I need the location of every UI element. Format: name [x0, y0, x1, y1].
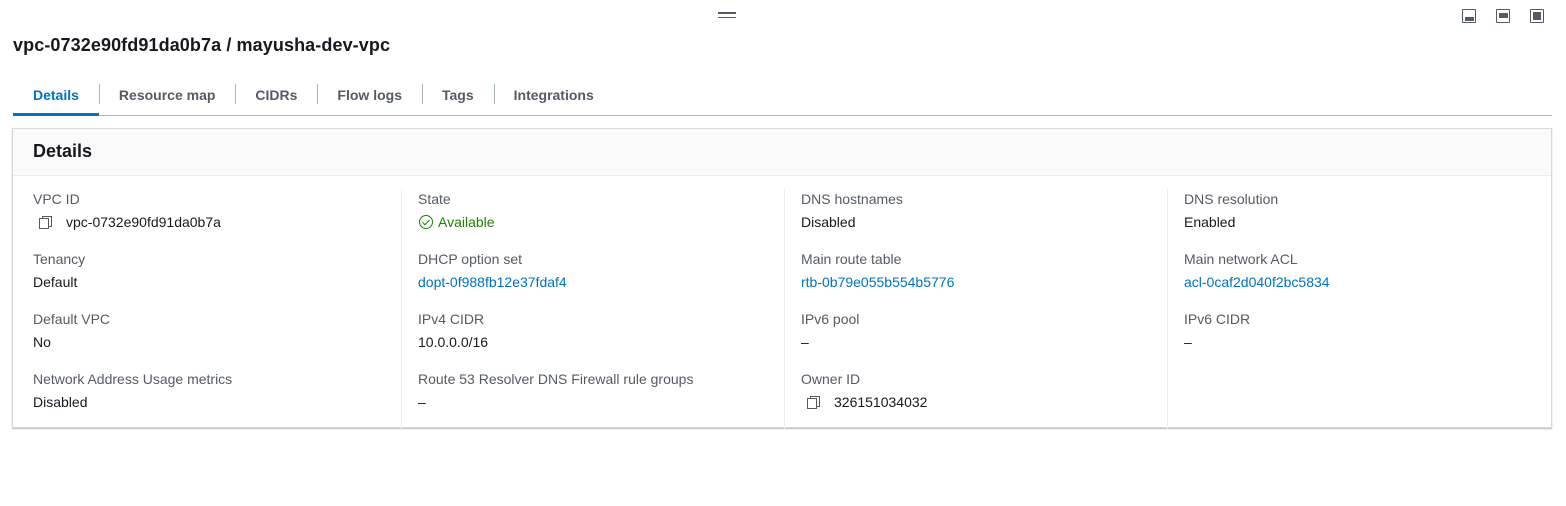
field-label: Network Address Usage metrics — [33, 371, 233, 387]
page-title: vpc-0732e90fd91da0b7a / mayusha-dev-vpc — [13, 35, 391, 55]
field-label: Owner ID — [801, 371, 861, 387]
field-ipv4-cidr: IPv4 CIDR 10.0.0.0/16 — [418, 309, 764, 369]
layout-controls — [1462, 9, 1544, 23]
field-nau-metrics: Network Address Usage metrics Disabled — [33, 369, 381, 429]
panel-header: Details — [13, 129, 1551, 176]
layout-middle-icon[interactable] — [1496, 9, 1510, 23]
field-tenancy: Tenancy Default — [33, 249, 381, 309]
field-dns-resolution: DNS resolution Enabled — [1184, 189, 1530, 249]
state-text: Available — [438, 214, 495, 230]
field-label: VPC ID — [33, 191, 80, 207]
field-label: IPv6 CIDR — [1184, 311, 1251, 327]
field-label: Tenancy — [33, 251, 86, 267]
field-dns-hostnames: DNS hostnames Disabled — [801, 189, 1147, 249]
tab-details[interactable]: Details — [13, 80, 99, 116]
ipv6-cidr-value: – — [1184, 334, 1192, 350]
field-default-vpc: Default VPC No — [33, 309, 381, 369]
field-ipv6-pool: IPv6 pool – — [801, 309, 1147, 369]
ipv4-cidr-value: 10.0.0.0/16 — [418, 334, 489, 350]
field-label: Main network ACL — [1184, 251, 1298, 267]
panel-heading: Details — [33, 141, 93, 161]
check-circle-icon — [419, 215, 433, 229]
route53-firewall-value: – — [418, 394, 426, 410]
details-panel: Details VPC ID vpc-0732e90fd91da0b7a Ten… — [12, 128, 1552, 429]
field-dhcp-option-set: DHCP option set dopt-0f988fb12e37fdaf4 — [418, 249, 764, 309]
field-main-route-table: Main route table rtb-0b79e055b554b5776 — [801, 249, 1147, 309]
field-value: vpc-0732e90fd91da0b7a — [33, 211, 381, 233]
default-vpc-value: No — [33, 334, 51, 350]
field-label: IPv4 CIDR — [418, 311, 485, 327]
details-columns: VPC ID vpc-0732e90fd91da0b7a Tenancy Def… — [13, 176, 1551, 429]
field-label: DNS hostnames — [801, 191, 903, 207]
ipv6-pool-value: – — [801, 334, 809, 350]
tab-flow-logs[interactable]: Flow logs — [317, 80, 422, 115]
dhcp-option-set-link[interactable]: dopt-0f988fb12e37fdaf4 — [418, 271, 764, 293]
field-vpc-id: VPC ID vpc-0732e90fd91da0b7a — [33, 189, 381, 249]
dns-hostnames-value: Disabled — [801, 214, 856, 230]
field-route53-firewall: Route 53 Resolver DNS Firewall rule grou… — [418, 369, 764, 429]
tab-cidrs[interactable]: CIDRs — [235, 80, 317, 115]
details-column-2: State Available DHCP option set dopt-0f9… — [401, 189, 784, 429]
main-network-acl-link[interactable]: acl-0caf2d040f2bc5834 — [1184, 271, 1530, 293]
field-label: Route 53 Resolver DNS Firewall rule grou… — [418, 371, 694, 387]
copy-icon[interactable] — [807, 395, 820, 409]
field-label: IPv6 pool — [801, 311, 860, 327]
field-ipv6-cidr: IPv6 CIDR – — [1184, 309, 1530, 369]
details-column-1: VPC ID vpc-0732e90fd91da0b7a Tenancy Def… — [13, 189, 401, 429]
tab-resource-map[interactable]: Resource map — [98, 80, 235, 115]
field-label: State — [418, 191, 451, 207]
field-value: 326151034032 — [801, 391, 1147, 413]
details-column-3: DNS hostnames Disabled Main route table … — [784, 189, 1167, 429]
dns-resolution-value: Enabled — [1184, 214, 1236, 230]
copy-icon[interactable] — [39, 215, 52, 229]
layout-bottom-icon[interactable] — [1462, 9, 1476, 23]
tab-integrations[interactable]: Integrations — [493, 80, 614, 115]
tab-tags[interactable]: Tags — [421, 80, 494, 115]
tab-bar: Details Resource map CIDRs Flow logs Tag… — [13, 80, 1552, 116]
field-label: Default VPC — [33, 311, 111, 327]
details-column-4: DNS resolution Enabled Main network ACL … — [1167, 189, 1550, 429]
field-main-network-acl: Main network ACL acl-0caf2d040f2bc5834 — [1184, 249, 1530, 309]
field-label: DNS resolution — [1184, 191, 1279, 207]
field-label: Main route table — [801, 251, 902, 267]
main-route-table-link[interactable]: rtb-0b79e055b554b5776 — [801, 271, 1147, 293]
owner-id-value: 326151034032 — [834, 394, 928, 410]
field-state: State Available — [418, 189, 764, 249]
vpc-id-value: vpc-0732e90fd91da0b7a — [66, 214, 221, 230]
tenancy-value: Default — [33, 274, 78, 290]
drag-handle-icon[interactable] — [718, 12, 736, 20]
nau-metrics-value: Disabled — [33, 394, 88, 410]
state-value: Available — [418, 211, 764, 233]
layout-full-icon[interactable] — [1530, 9, 1544, 23]
field-owner-id: Owner ID 326151034032 — [801, 369, 1147, 429]
field-label: DHCP option set — [418, 251, 523, 267]
